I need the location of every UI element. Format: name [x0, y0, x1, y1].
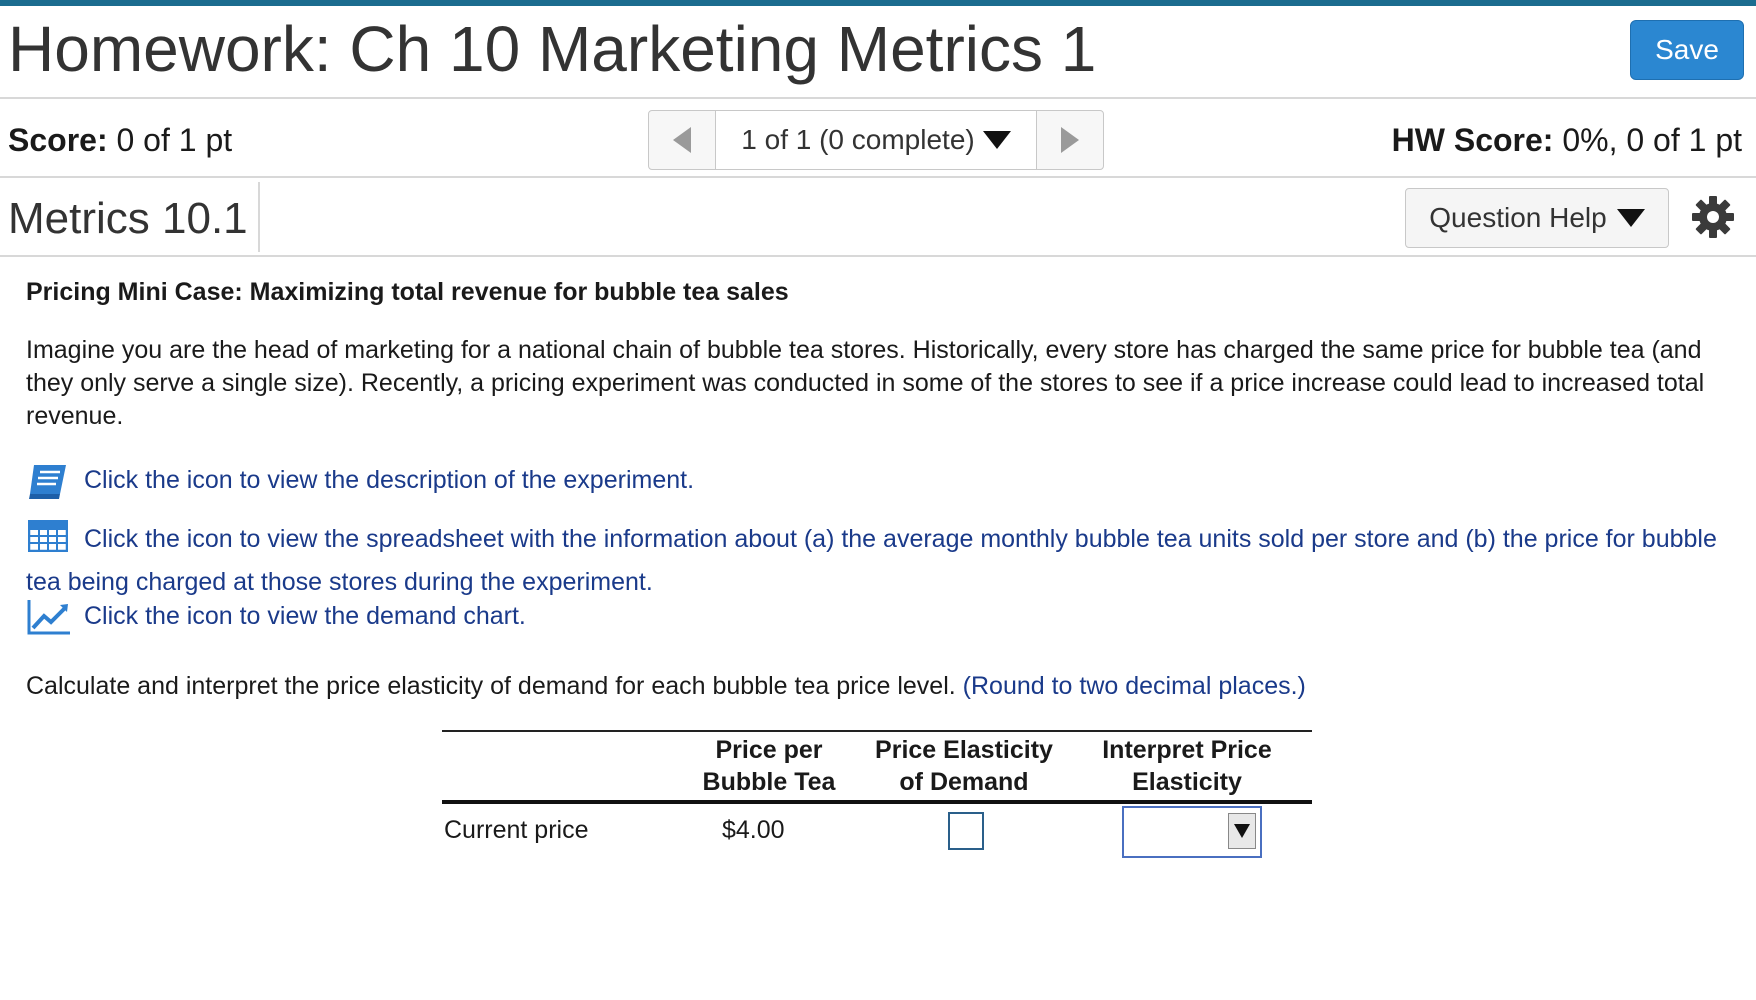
next-question-button[interactable]	[1037, 111, 1103, 169]
question-divider	[0, 255, 1756, 257]
column-header-interpret-line1: Interpret Price	[1082, 734, 1292, 766]
instruction-text: Calculate and interpret the price elasti…	[26, 672, 956, 700]
score-readout: Score: 0 of 1 pt	[8, 122, 232, 159]
score-label: Score:	[8, 122, 108, 158]
hw-score-readout: HW Score: 0%, 0 of 1 pt	[1392, 122, 1742, 159]
hw-score-label: HW Score:	[1392, 122, 1554, 158]
page-title: Homework: Ch 10 Marketing Metrics 1	[8, 12, 1096, 86]
case-intro: Imagine you are the head of marketing fo…	[26, 334, 1726, 433]
chevron-down-icon	[983, 131, 1011, 149]
select-dropdown-button[interactable]	[1228, 813, 1256, 849]
question-name-separator	[258, 182, 260, 252]
question-name: Metrics 10.1	[8, 194, 248, 244]
question-pager: 1 of 1 (0 complete)	[648, 110, 1104, 170]
hw-score-value: 0%, 0 of 1 pt	[1562, 122, 1742, 158]
experiment-description-link-text[interactable]: Click the icon to view the description o…	[84, 466, 694, 495]
book-icon[interactable]	[26, 462, 70, 502]
question-help-button[interactable]: Question Help	[1405, 188, 1669, 248]
column-header-price-line2: Bubble Tea	[672, 766, 866, 798]
column-header-elasticity-line1: Price Elasticity	[862, 734, 1066, 766]
table-top-rule	[442, 730, 1312, 732]
demand-chart-link-text[interactable]: Click the icon to view the demand chart.	[84, 602, 526, 631]
row-price: $4.00	[722, 816, 785, 845]
column-header-elasticity-line2: of Demand	[862, 766, 1066, 798]
table-header-rule	[442, 800, 1312, 804]
interpret-elasticity-select[interactable]	[1122, 806, 1262, 858]
column-header-interpret-line2: Elasticity	[1082, 766, 1292, 798]
status-divider	[0, 176, 1756, 178]
chart-icon[interactable]	[26, 598, 72, 636]
question-help-label: Question Help	[1429, 202, 1606, 234]
case-title: Pricing Mini Case: Maximizing total reve…	[26, 278, 789, 307]
gear-icon[interactable]	[1690, 194, 1736, 240]
header-divider	[0, 97, 1756, 99]
column-header-price: Price per Bubble Tea	[672, 734, 866, 798]
top-accent-bar	[0, 0, 1756, 6]
instruction: Calculate and interpret the price elasti…	[26, 672, 1306, 701]
column-header-interpret: Interpret Price Elasticity	[1082, 734, 1292, 798]
save-button[interactable]: Save	[1630, 20, 1744, 80]
previous-question-button[interactable]	[649, 111, 715, 169]
score-value: 0 of 1 pt	[116, 122, 232, 158]
column-header-price-line1: Price per	[672, 734, 866, 766]
column-header-elasticity: Price Elasticity of Demand	[862, 734, 1066, 798]
spreadsheet-link[interactable]: Click the icon to view the spreadsheet w…	[26, 518, 1726, 604]
arrow-left-icon	[673, 127, 691, 153]
arrow-right-icon	[1061, 127, 1079, 153]
rounding-hint: (Round to two decimal places.)	[963, 672, 1306, 700]
elasticity-input[interactable]	[948, 812, 984, 850]
chevron-down-icon	[1617, 209, 1645, 227]
chevron-down-icon	[1234, 824, 1250, 838]
question-selector[interactable]: 1 of 1 (0 complete)	[715, 111, 1037, 169]
pager-text: 1 of 1 (0 complete)	[741, 124, 974, 156]
row-label: Current price	[444, 816, 589, 845]
